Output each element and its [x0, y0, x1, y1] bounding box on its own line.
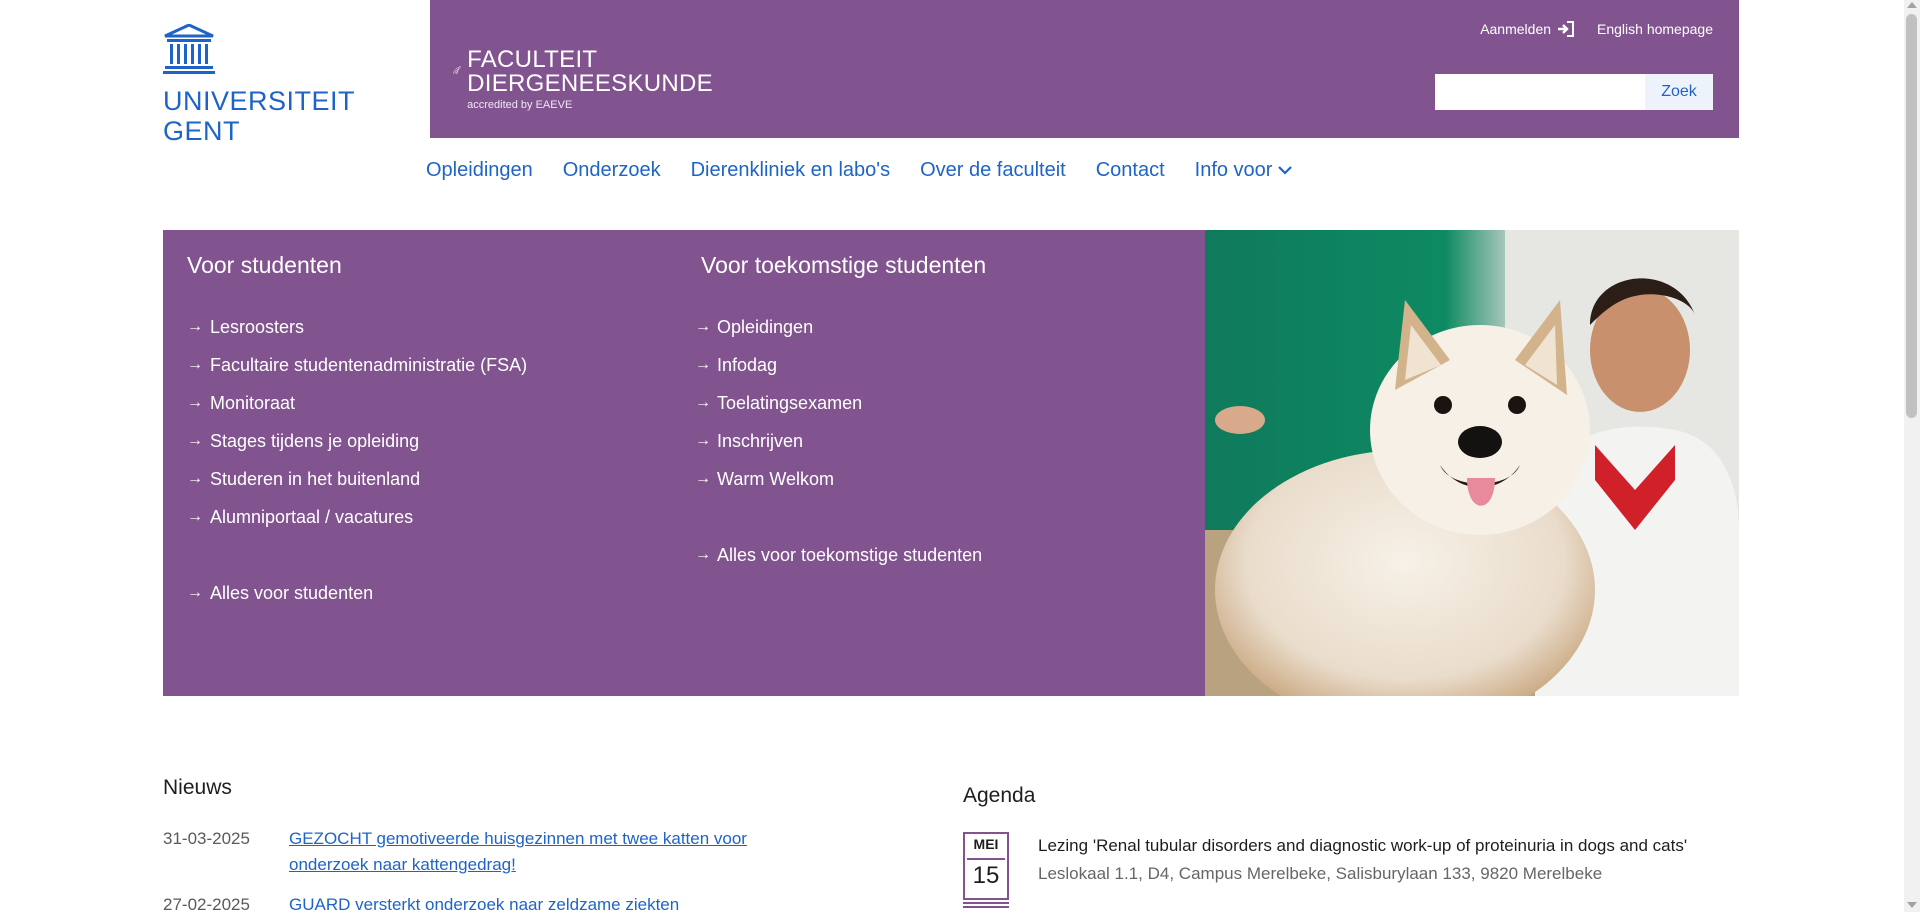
link-label: Alles voor studenten — [210, 583, 374, 603]
faculty-logo[interactable]: FACULTEIT DIERGENEESKUNDE accredited by … — [453, 48, 713, 116]
main-navigation: Opleidingen Onderzoek Dierenkliniek en l… — [426, 156, 1293, 184]
scroll-up-arrow-icon[interactable] — [1907, 2, 1917, 8]
students-link-lesroosters[interactable]: → Lesroosters — [187, 308, 667, 346]
chevron-down-icon — [1278, 166, 1293, 175]
students-link-fsa[interactable]: → Facultaire studentenadministratie (FSA) — [187, 346, 667, 384]
arrow-right-icon: → — [187, 584, 203, 601]
horse-head-icon — [453, 65, 461, 74]
calendar-page-edge — [963, 902, 1009, 904]
nav-item-info-voor[interactable]: Info voor — [1195, 159, 1293, 182]
future-link-infodag[interactable]: → Infodag — [695, 346, 1181, 384]
nav-item-dierenkliniek[interactable]: Dierenkliniek en labo's — [691, 159, 890, 182]
agenda-date-badge: MEI 15 — [963, 832, 1013, 908]
faculty-name-line1: FACULTEIT — [467, 46, 598, 73]
arrow-right-icon: → — [187, 356, 203, 373]
arrow-right-icon: → — [187, 394, 203, 411]
login-link[interactable]: Aanmelden — [1480, 21, 1575, 37]
students-link-list: → Lesroosters → Facultaire studentenadmini… — [187, 308, 667, 612]
link-label: Alles voor toekomstige studenten — [717, 545, 983, 565]
news-date: 31-03-2025 — [163, 829, 250, 848]
link-label: Toelatingsexamen — [717, 393, 863, 413]
arrow-right-icon: → — [187, 318, 203, 335]
arrow-right-icon: → — [187, 470, 203, 487]
future-link-inschrijven[interactable]: → Inschrijven — [695, 422, 1181, 460]
link-label: Infodag — [717, 355, 778, 375]
students-link-alumniportaal[interactable]: → Alumniportaal / vacatures — [187, 498, 667, 536]
arrow-right-icon: → — [695, 356, 711, 373]
arrow-right-icon: → — [695, 432, 711, 449]
link-label: Stages tijdens je opleiding — [210, 431, 420, 451]
faculty-accreditation: accredited by EAEVE — [467, 99, 573, 111]
agenda-day: 15 — [972, 862, 1000, 889]
students-link-buitenland[interactable]: → Studeren in het buitenland — [187, 460, 667, 498]
future-link-opleidingen[interactable]: → Opleidingen — [695, 308, 1181, 346]
link-label: Monitoraat — [210, 393, 296, 413]
logo-text-line2: GENT — [163, 116, 241, 146]
nav-item-contact[interactable]: Contact — [1096, 159, 1165, 182]
arrow-right-icon: → — [187, 508, 203, 525]
future-link-warm-welkom[interactable]: → Warm Welkom — [695, 460, 1181, 498]
future-students-column: Voor toekomstige studenten → Opleidingen … — [695, 252, 1181, 574]
link-label: Inschrijven — [717, 431, 804, 451]
english-homepage-link[interactable]: English homepage — [1597, 21, 1713, 37]
arrow-right-icon: → — [695, 546, 711, 563]
faculty-name-line2: DIERGENEESKUNDE — [467, 70, 713, 97]
arrow-right-icon: → — [695, 318, 711, 335]
list-spacer — [187, 536, 667, 574]
top-links: Aanmelden English homepage — [1480, 18, 1713, 40]
students-link-monitoraat[interactable]: → Monitoraat — [187, 384, 667, 422]
link-label: Warm Welkom — [717, 469, 834, 489]
search-button[interactable]: Zoek — [1645, 74, 1713, 110]
sign-in-icon — [1558, 21, 1575, 37]
news-title: Nieuws — [163, 776, 232, 799]
link-label: Opleidingen — [717, 317, 814, 337]
vet-with-dog-photo — [1205, 230, 1739, 696]
arrow-right-icon: → — [187, 432, 203, 449]
nav-item-opleidingen[interactable]: Opleidingen — [426, 159, 533, 182]
students-title: Voor studenten — [187, 252, 342, 278]
arrow-right-icon: → — [695, 470, 711, 487]
future-link-all[interactable]: → Alles voor toekomstige studenten — [695, 536, 1181, 574]
news-link[interactable]: GEZOCHT gemotiveerde huisgezinnen met tw… — [289, 826, 809, 878]
nav-item-onderzoek[interactable]: Onderzoek — [563, 159, 661, 182]
news-link[interactable]: GUARD versterkt onderzoek naar zeldzame … — [289, 892, 809, 918]
ugent-logo[interactable]: UNIVERSITEIT GENT — [163, 24, 356, 146]
vet-with-dog-illustration — [1205, 230, 1739, 696]
link-label: Studeren in het buitenland — [210, 469, 421, 489]
scrollbar-thumb[interactable] — [1906, 14, 1917, 418]
future-link-toelatingsexamen[interactable]: → Toelatingsexamen — [695, 384, 1181, 422]
calendar-page-edge — [963, 906, 1009, 908]
arrow-right-icon: → — [695, 394, 711, 411]
login-label: Aanmelden — [1480, 21, 1552, 37]
agenda-date-divider — [967, 858, 1005, 860]
students-column: Voor studenten → Lesroosters → Facultaire … — [187, 252, 667, 612]
nav-item-over-de-faculteit[interactable]: Over de faculteit — [920, 159, 1066, 182]
news-date: 27-02-2025 — [163, 895, 250, 914]
link-label: Alumniportaal / vacatures — [210, 507, 414, 527]
future-students-link-list: → Opleidingen → Infodag → Toelatingsexamen … — [695, 308, 1181, 574]
agenda-event-location: Leslokaal 1.1, D4, Campus Merelbeke, Sal… — [1038, 864, 1603, 883]
agenda-title: Agenda — [963, 784, 1036, 807]
agenda-event-link[interactable]: Lezing 'Renal tubular disorders and diag… — [1038, 836, 1687, 856]
list-spacer — [701, 498, 1181, 536]
news-item: 27-02-2025 GUARD versterkt onderzoek naa… — [163, 892, 823, 918]
university-building-icon — [163, 24, 215, 74]
nav-item-info-voor-label: Info voor — [1194, 158, 1273, 181]
link-label: Lesroosters — [210, 317, 305, 337]
agenda-month: MEI — [973, 836, 999, 852]
search-input[interactable] — [1435, 74, 1645, 110]
future-students-title: Voor toekomstige studenten — [701, 252, 987, 278]
news-item: 31-03-2025 GEZOCHT gemotiveerde huisgezi… — [163, 826, 823, 878]
scroll-down-arrow-icon[interactable] — [1907, 902, 1917, 908]
students-link-stages[interactable]: → Stages tijdens je opleiding — [187, 422, 667, 460]
students-link-all[interactable]: → Alles voor studenten — [187, 574, 667, 612]
logo-text-line1: UNIVERSITEIT — [163, 86, 356, 116]
link-label: Facultaire studentenadministratie (FSA) — [210, 355, 528, 375]
